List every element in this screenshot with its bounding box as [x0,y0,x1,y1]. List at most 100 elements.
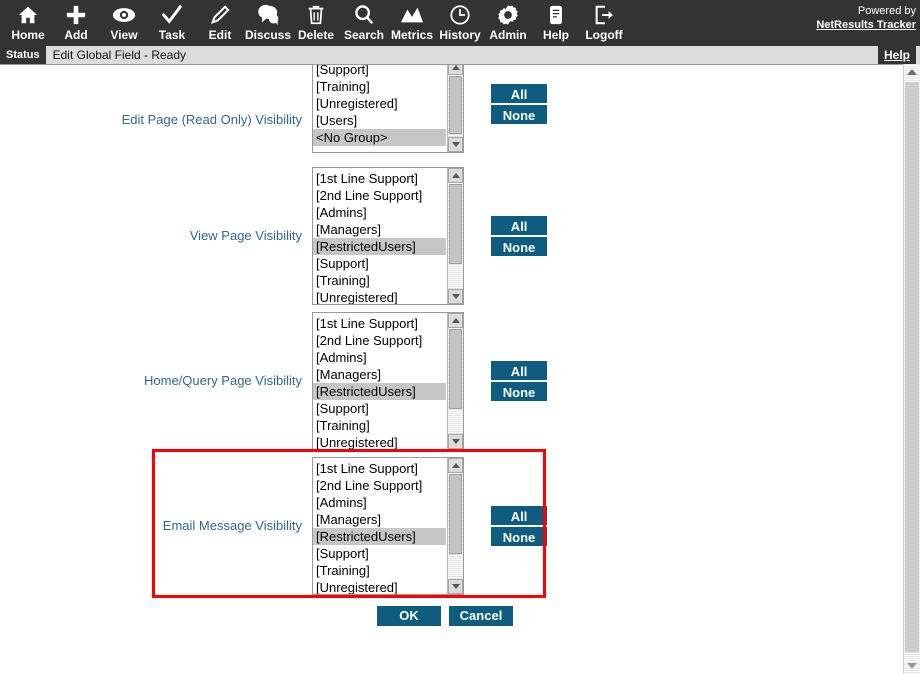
main-toolbar: Home Add View Task Edit Discuss Delete S… [0,0,920,46]
brand-block: Powered by NetResults Tracker [816,4,916,32]
scrollbar-thumb[interactable] [449,76,462,134]
list-item[interactable]: [Training] [313,417,446,434]
visibility-listbox-email-message[interactable]: [1st Line Support] [2nd Line Support] [A… [312,457,464,595]
status-message: Edit Global Field - Ready [52,48,187,62]
list-item[interactable]: [Support] [313,400,446,417]
list-item[interactable]: [Support] [313,255,446,272]
toolbar-item-home[interactable]: Home [4,0,52,46]
scrollbar-thumb[interactable] [449,329,462,409]
status-bar: Status Edit Global Field - Ready Help [0,46,920,65]
home-icon [17,3,39,27]
list-item[interactable]: [1st Line Support] [313,315,446,332]
list-item[interactable]: <No Group> [313,129,446,146]
listbox-scrollbar[interactable] [447,313,463,449]
scroll-down-arrow-icon[interactable] [448,434,463,449]
list-item[interactable]: [Training] [313,78,446,95]
scroll-up-arrow-icon[interactable] [448,458,463,473]
toolbar-item-help[interactable]: Help [532,0,580,46]
list-item[interactable]: [Managers] [313,221,446,238]
ok-button[interactable]: OK [377,606,441,626]
list-item[interactable]: [Managers] [313,511,446,528]
toolbar-item-view[interactable]: View [100,0,148,46]
listbox-options: [1st Line Support] [2nd Line Support] [A… [313,170,446,304]
application-window: Home Add View Task Edit Discuss Delete S… [0,0,920,674]
scroll-up-arrow-icon[interactable] [448,313,463,328]
list-item[interactable]: [Support] [313,545,446,562]
list-item[interactable]: [2nd Line Support] [313,477,446,494]
select-all-button[interactable]: All [491,506,547,525]
list-item[interactable]: [1st Line Support] [313,170,446,187]
gear-icon [497,3,519,27]
toolbar-label: Admin [489,28,527,42]
visibility-listbox-home-query-page[interactable]: [1st Line Support] [2nd Line Support] [A… [312,312,464,450]
cancel-button[interactable]: Cancel [449,606,513,626]
page-scroll-up-arrow-icon[interactable] [904,64,920,80]
list-item[interactable]: [Unregistered] [313,579,446,594]
toolbar-item-task[interactable]: Task [148,0,196,46]
select-none-button[interactable]: None [491,382,547,401]
toolbar-item-edit[interactable]: Edit [196,0,244,46]
scroll-down-arrow-icon[interactable] [448,137,463,152]
page-scrollbar[interactable] [903,64,920,674]
visibility-buttons: All None [491,361,547,401]
visibility-buttons: All None [491,506,547,546]
toolbar-item-logoff[interactable]: Logoff [580,0,628,46]
toolbar-item-delete[interactable]: Delete [292,0,340,46]
toolbar-label: View [110,28,138,42]
scroll-up-arrow-icon[interactable] [448,65,463,75]
toolbar-label: Task [158,28,186,42]
scrollbar-thumb[interactable] [449,184,462,264]
list-item[interactable]: [Admins] [313,349,446,366]
list-item[interactable]: [Admins] [313,204,446,221]
list-item[interactable]: [Training] [313,272,446,289]
visibility-listbox-view-page[interactable]: [1st Line Support] [2nd Line Support] [A… [312,167,464,305]
select-all-button[interactable]: All [491,84,547,103]
visibility-listbox-edit-page-read-only[interactable]: [Support] [Training] [Unregistered] [Use… [312,65,464,153]
list-item[interactable]: [RestrictedUsers] [313,528,446,545]
select-all-button[interactable]: All [491,361,547,380]
list-item[interactable]: [2nd Line Support] [313,187,446,204]
toolbar-label: Edit [208,28,232,42]
check-icon [161,3,183,27]
page-scroll-down-arrow-icon[interactable] [904,658,920,674]
scroll-up-arrow-icon[interactable] [448,168,463,183]
toolbar-item-add[interactable]: Add [52,0,100,46]
toolbar-label: Metrics [390,28,434,42]
toolbar-item-discuss[interactable]: Discuss [244,0,292,46]
scroll-down-arrow-icon[interactable] [448,579,463,594]
brand-link[interactable]: NetResults Tracker [816,18,916,32]
list-item[interactable]: [RestrictedUsers] [313,383,446,400]
toolbar-item-history[interactable]: History [436,0,484,46]
list-item[interactable]: [Users] [313,112,446,129]
status-help-label: Help [883,48,910,62]
list-item[interactable]: [RestrictedUsers] [313,238,446,255]
status-help-button[interactable]: Help [877,46,916,64]
select-none-button[interactable]: None [491,105,547,124]
list-item[interactable]: [Admins] [313,494,446,511]
field-row-view-page: View Page Visibility [1st Line Support] … [0,167,890,305]
select-none-button[interactable]: None [491,237,547,256]
scroll-down-arrow-icon[interactable] [448,289,463,304]
listbox-scrollbar[interactable] [447,65,463,152]
toolbar-item-admin[interactable]: Admin [484,0,532,46]
list-item[interactable]: [Unregistered] [313,434,446,449]
select-none-button[interactable]: None [491,527,547,546]
scrollbar-thumb[interactable] [449,474,462,554]
listbox-scrollbar[interactable] [447,458,463,594]
list-item[interactable]: [Unregistered] [313,289,446,304]
trash-icon [305,3,327,27]
visibility-buttons: All None [491,216,547,256]
select-all-button[interactable]: All [491,216,547,235]
toolbar-label: Search [343,28,385,42]
list-item[interactable]: [Unregistered] [313,95,446,112]
page-scrollbar-thumb[interactable] [905,82,919,652]
listbox-scrollbar[interactable] [447,168,463,304]
list-item[interactable]: [Training] [313,562,446,579]
field-label: Email Message Visibility [162,518,302,533]
list-item[interactable]: [Managers] [313,366,446,383]
list-item[interactable]: [Support] [313,65,446,78]
list-item[interactable]: [1st Line Support] [313,460,446,477]
list-item[interactable]: [2nd Line Support] [313,332,446,349]
toolbar-item-search[interactable]: Search [340,0,388,46]
toolbar-item-metrics[interactable]: Metrics [388,0,436,46]
